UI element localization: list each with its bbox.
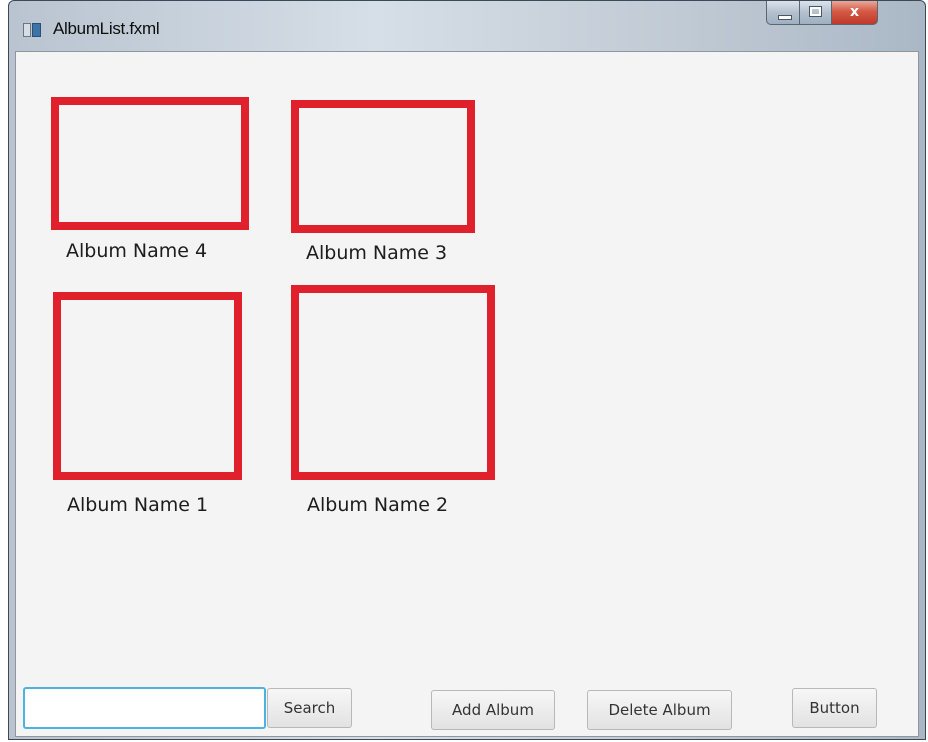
album-thumbnail[interactable] [291, 285, 495, 480]
search-input[interactable] [23, 687, 266, 729]
minimize-button[interactable] [766, 1, 800, 25]
generic-button[interactable]: Button [792, 688, 877, 728]
minimize-icon [778, 15, 792, 20]
album-thumbnail[interactable] [53, 292, 242, 480]
maximize-icon [809, 6, 822, 17]
album-name-label: Album Name 1 [67, 494, 209, 516]
app-window: AlbumList.fxml x Album Name 4 Album Name… [8, 0, 926, 740]
app-icon [23, 23, 41, 37]
window-title: AlbumList.fxml [53, 19, 160, 38]
close-button[interactable]: x [832, 1, 878, 25]
album-thumbnail[interactable] [291, 100, 475, 233]
album-name-label: Album Name 4 [66, 240, 208, 262]
album-name-label: Album Name 3 [306, 242, 448, 264]
album-thumbnail[interactable] [51, 97, 249, 230]
album-name-label: Album Name 2 [307, 494, 449, 516]
title-bar[interactable]: AlbumList.fxml x [9, 1, 925, 51]
close-icon: x [849, 4, 860, 20]
maximize-button[interactable] [800, 1, 832, 25]
add-album-button[interactable]: Add Album [431, 690, 555, 730]
delete-album-button[interactable]: Delete Album [587, 690, 732, 730]
search-button[interactable]: Search [267, 688, 352, 728]
album-list-pane: Album Name 4 Album Name 3 Album Name 1 A… [15, 51, 919, 737]
